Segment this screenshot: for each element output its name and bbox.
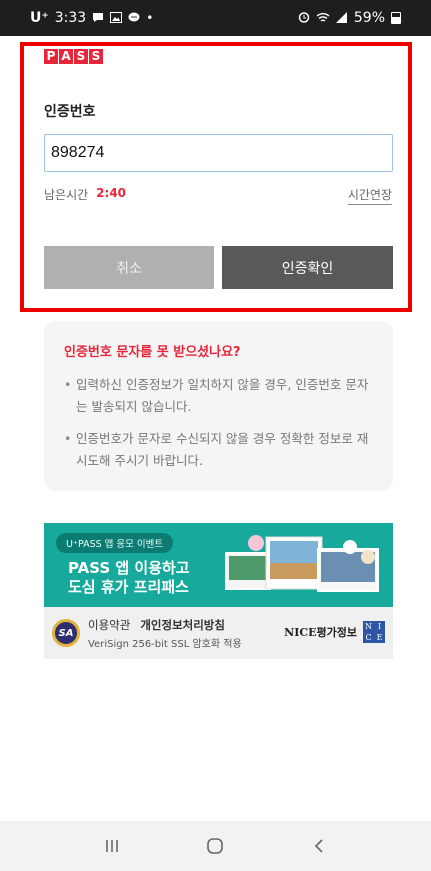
logo-letter: A [59, 49, 73, 64]
remaining-time-value: 2:40 [96, 186, 127, 200]
help-info-box: 인증번호 문자를 못 받으셨나요? 입력하신 인증정보가 일치하지 않을 경우,… [44, 321, 393, 491]
nice-badge-letter: E [376, 633, 383, 642]
nice-logo: NICE평가정보 N I C E [284, 621, 385, 643]
logo-letter: S [89, 49, 103, 64]
privacy-policy-link[interactable]: 개인정보처리방침 [140, 617, 225, 633]
nice-badge-letter: N [365, 622, 372, 631]
navigation-bar [0, 821, 431, 871]
cancel-button[interactable]: 취소 [44, 246, 214, 289]
remaining-time-label: 남은시간 [44, 188, 89, 202]
banner-tag: U⁺PASS 앱 응모 이벤트 [56, 533, 174, 553]
home-icon[interactable] [200, 831, 230, 861]
banner-title: PASS 앱 이용하고 도심 휴가 프리패스 [68, 559, 190, 597]
dot-icon: • [146, 11, 154, 25]
message-icon [128, 12, 140, 25]
signal-icon [335, 11, 348, 25]
chat-icon [92, 12, 104, 25]
help-item: 인증번호가 문자로 수신되지 않을 경우 정확한 정보로 재시도해 주시기 바랍… [64, 428, 373, 472]
auth-code-input[interactable] [44, 134, 393, 172]
footer-links: 이용약관 개인정보처리방침 [88, 617, 242, 633]
wifi-icon [316, 12, 330, 25]
gallery-icon [110, 11, 123, 25]
alarm-icon [298, 11, 310, 25]
nice-badge-icon: N I C E [363, 621, 385, 643]
logo-letter: P [44, 49, 58, 64]
logo-letter: S [74, 49, 88, 64]
status-bar-left: U⁺ 3:33 • [30, 10, 153, 26]
security-seal-logo: SA [52, 619, 80, 647]
remaining-time: 남은시간 2:40 [44, 186, 126, 203]
status-bar-right: 59% [298, 10, 401, 26]
extend-time-link[interactable]: 시간연장 [347, 186, 392, 205]
confirm-button[interactable]: 인증확인 [222, 246, 393, 289]
nice-badge-letter: C [365, 633, 372, 642]
nice-logo-text: NICE평가정보 [284, 626, 357, 639]
pass-auth-page: U⁺ 3:33 • 59% P A S S 인증번호 898274 남은시간 2… [0, 0, 431, 871]
banner-title-line: 도심 휴가 프리패스 [68, 578, 189, 596]
promo-banner[interactable]: U⁺PASS 앱 응모 이벤트 PASS 앱 이용하고 도심 휴가 프리패스 [44, 523, 393, 607]
terms-link[interactable]: 이용약관 [88, 617, 130, 633]
battery-percent: 59% [353, 10, 385, 26]
battery-icon [391, 12, 401, 24]
footer-strip: SA 이용약관 개인정보처리방침 VeriSign 256-bit SSL 암호… [44, 607, 393, 659]
footer-texts: 이용약관 개인정보처리방침 VeriSign 256-bit SSL 암호화 적… [88, 617, 242, 650]
ssl-notice: VeriSign 256-bit SSL 암호화 적용 [88, 638, 242, 650]
banner-title-line: PASS 앱 이용하고 [68, 559, 190, 577]
help-list: 입력하신 인증정보가 일치하지 않을 경우, 인증번호 문자는 발송되지 않습니… [64, 374, 373, 472]
status-bar: U⁺ 3:33 • 59% [0, 0, 431, 36]
pass-logo: P A S S [44, 49, 104, 64]
help-item: 입력하신 인증정보가 일치하지 않을 경우, 인증번호 문자는 발송되지 않습니… [64, 374, 373, 418]
auth-code-label: 인증번호 [44, 104, 96, 120]
recent-apps-icon[interactable] [97, 831, 127, 861]
back-icon[interactable] [304, 831, 334, 861]
banner-illustration [225, 535, 379, 592]
nice-badge-letter: I [377, 622, 382, 631]
carrier-label: U⁺ [30, 10, 49, 26]
clock: 3:33 [54, 10, 87, 26]
help-title: 인증번호 문자를 못 받으셨나요? [64, 345, 241, 360]
